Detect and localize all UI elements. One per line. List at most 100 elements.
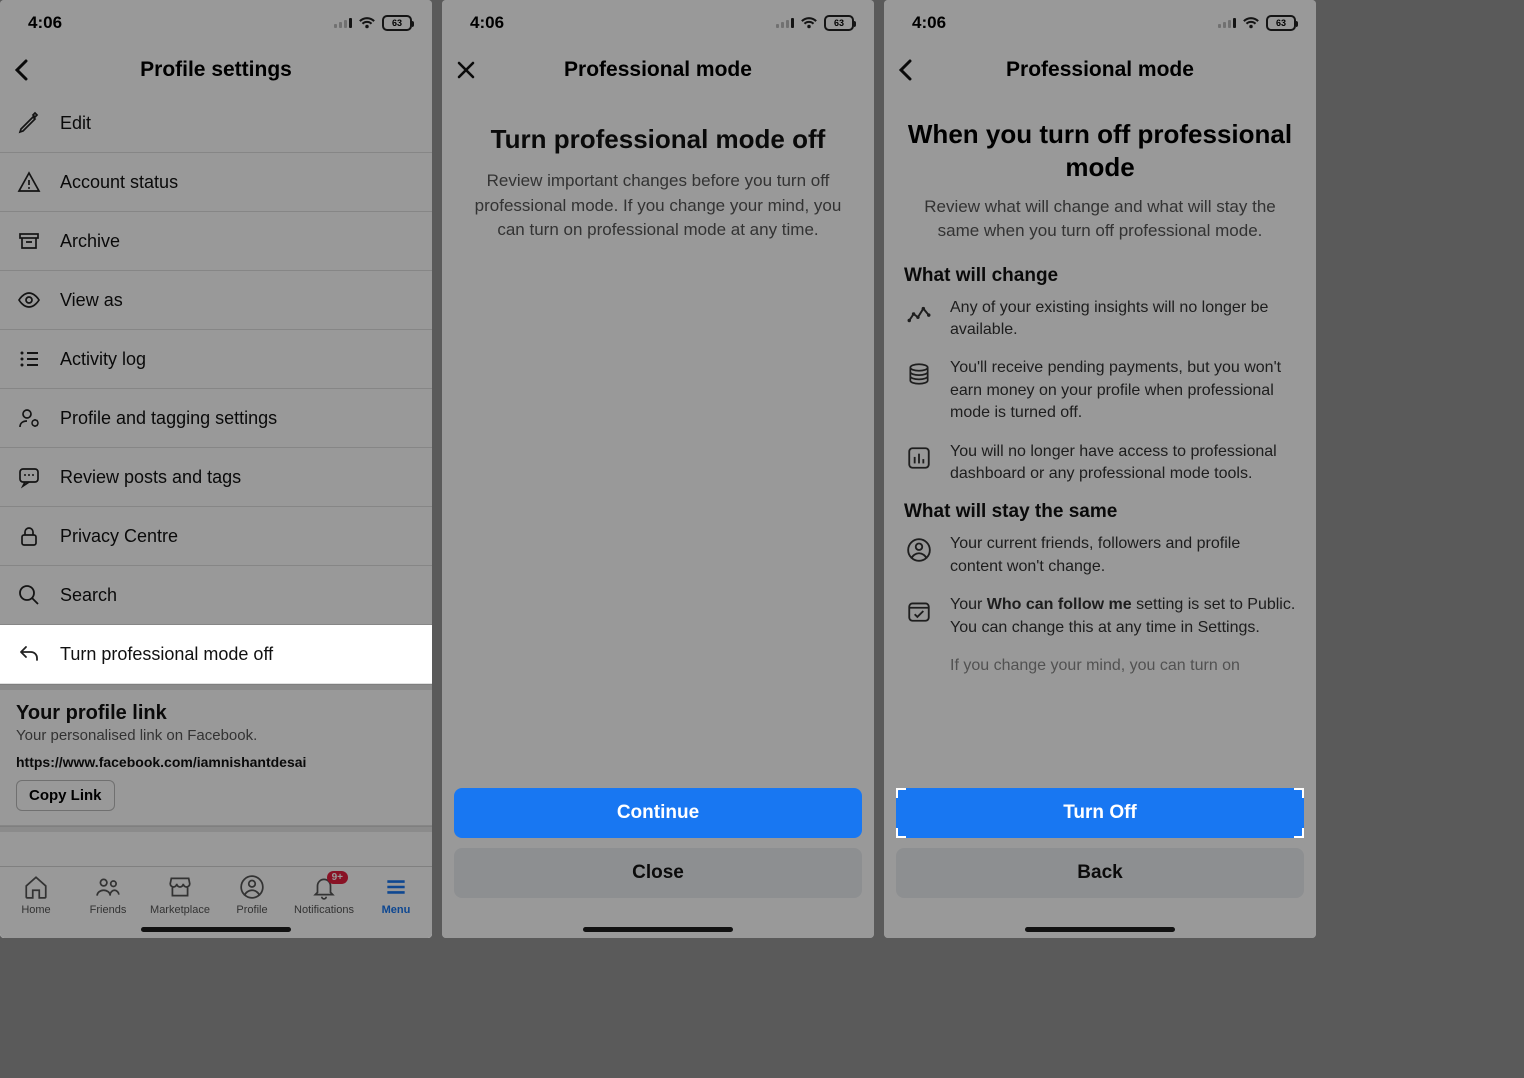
close-button-bottom[interactable]: Close — [454, 848, 862, 898]
signal-icon — [776, 18, 794, 28]
details-heading: When you turn off professional mode — [904, 118, 1296, 183]
change-heading: What will change — [904, 265, 1296, 287]
tab-label: Menu — [382, 904, 411, 916]
status-bar: 4:06 63 — [884, 0, 1316, 46]
settings-row-turn-off-pro[interactable]: Turn professional mode off — [0, 625, 432, 684]
status-time: 4:06 — [470, 13, 504, 33]
home-indicator[interactable] — [141, 927, 291, 932]
modal-lead: Review important changes before you turn… — [462, 169, 854, 243]
section-divider — [0, 826, 432, 832]
tab-label: Notifications — [294, 904, 354, 916]
copy-link-button[interactable]: Copy Link — [16, 780, 115, 811]
cutoff-text: If you change your mind, you can turn on — [950, 655, 1296, 677]
page-title: Profile settings — [140, 58, 292, 82]
page-header: Profile settings — [0, 46, 432, 94]
details-lead: Review what will change and what will st… — [904, 195, 1296, 243]
home-icon — [22, 873, 50, 901]
tab-friends[interactable]: Friends — [78, 873, 138, 916]
modal-content: Turn professional mode off Review import… — [442, 94, 874, 938]
settings-list: Edit Account status Archive View as Acti… — [0, 94, 432, 866]
dashboard-icon — [904, 443, 934, 473]
wifi-icon — [1242, 16, 1260, 30]
back-button[interactable] — [898, 59, 912, 81]
settings-row-privacy[interactable]: Privacy Centre — [0, 507, 432, 566]
close-button[interactable] — [456, 60, 476, 80]
row-label: Privacy Centre — [60, 526, 178, 547]
home-indicator[interactable] — [1025, 927, 1175, 932]
change-text: You'll receive pending payments, but you… — [950, 357, 1296, 424]
row-label: Turn professional mode off — [60, 644, 273, 665]
undo-icon — [16, 641, 42, 667]
screen-turn-off-details: 4:06 63 Professional mode When you turn … — [884, 0, 1316, 938]
same-text: Your Who can follow me setting is set to… — [950, 594, 1296, 639]
profile-link-url: https://www.facebook.com/iamnishantdesai — [16, 754, 416, 770]
wifi-icon — [358, 16, 376, 30]
eye-icon — [16, 287, 42, 313]
change-item: You'll receive pending payments, but you… — [904, 357, 1296, 424]
change-item: Any of your existing insights will no lo… — [904, 297, 1296, 342]
tab-notifications[interactable]: 9+ Notifications — [294, 873, 354, 916]
coins-icon — [904, 359, 934, 389]
back-button-bottom[interactable]: Back — [896, 848, 1304, 898]
pencil-icon — [16, 110, 42, 136]
change-text: Any of your existing insights will no lo… — [950, 297, 1296, 342]
row-label: Search — [60, 585, 117, 606]
change-text: You will no longer have access to profes… — [950, 441, 1296, 486]
tab-home[interactable]: Home — [6, 873, 66, 916]
status-bar: 4:06 63 — [0, 0, 432, 46]
follow-check-icon — [904, 596, 934, 626]
notification-badge: 9+ — [327, 871, 348, 884]
settings-row-account-status[interactable]: Account status — [0, 153, 432, 212]
signal-icon — [334, 18, 352, 28]
screen-profile-settings: 4:06 63 Profile settings Edit Account st… — [0, 0, 432, 938]
profile-icon — [238, 873, 266, 901]
menu-icon — [382, 873, 410, 901]
tab-label: Profile — [236, 904, 267, 916]
settings-row-archive[interactable]: Archive — [0, 212, 432, 271]
profile-link-sub: Your personalised link on Facebook. — [16, 727, 416, 744]
market-icon — [166, 873, 194, 901]
row-label: Profile and tagging settings — [60, 408, 277, 429]
speech-icon — [16, 464, 42, 490]
row-label: Account status — [60, 172, 178, 193]
search-icon — [16, 582, 42, 608]
same-heading: What will stay the same — [904, 501, 1296, 523]
settings-row-search[interactable]: Search — [0, 566, 432, 625]
status-indicators: 63 — [776, 15, 854, 31]
settings-row-view-as[interactable]: View as — [0, 271, 432, 330]
settings-row-activity-log[interactable]: Activity log — [0, 330, 432, 389]
status-time: 4:06 — [28, 13, 62, 33]
modal-heading: Turn professional mode off — [462, 124, 854, 155]
same-item: Your current friends, followers and prof… — [904, 533, 1296, 578]
status-bar: 4:06 63 — [442, 0, 874, 46]
warning-icon — [16, 169, 42, 195]
list-icon — [16, 346, 42, 372]
turn-off-button[interactable]: Turn Off — [896, 788, 1304, 838]
settings-row-review-posts[interactable]: Review posts and tags — [0, 448, 432, 507]
wifi-icon — [800, 16, 818, 30]
page-title: Professional mode — [1006, 58, 1194, 82]
status-indicators: 63 — [1218, 15, 1296, 31]
row-label: Review posts and tags — [60, 467, 241, 488]
settings-row-profile-tagging[interactable]: Profile and tagging settings — [0, 389, 432, 448]
insights-icon — [904, 299, 934, 329]
person-icon — [904, 535, 934, 565]
same-text: Your current friends, followers and prof… — [950, 533, 1296, 578]
settings-row-edit[interactable]: Edit — [0, 94, 432, 153]
tab-marketplace[interactable]: Marketplace — [150, 873, 210, 916]
battery-icon: 63 — [824, 15, 854, 31]
page-title: Professional mode — [564, 58, 752, 82]
page-header: Professional mode — [884, 46, 1316, 94]
back-button[interactable] — [14, 59, 28, 81]
row-label: Edit — [60, 113, 91, 134]
tab-profile[interactable]: Profile — [222, 873, 282, 916]
details-content: When you turn off professional mode Revi… — [884, 94, 1316, 938]
home-indicator[interactable] — [583, 927, 733, 932]
battery-icon: 63 — [1266, 15, 1296, 31]
row-label: Archive — [60, 231, 120, 252]
tab-menu[interactable]: Menu — [366, 873, 426, 916]
page-header: Professional mode — [442, 46, 874, 94]
status-indicators: 63 — [334, 15, 412, 31]
same-item: Your Who can follow me setting is set to… — [904, 594, 1296, 639]
continue-button[interactable]: Continue — [454, 788, 862, 838]
